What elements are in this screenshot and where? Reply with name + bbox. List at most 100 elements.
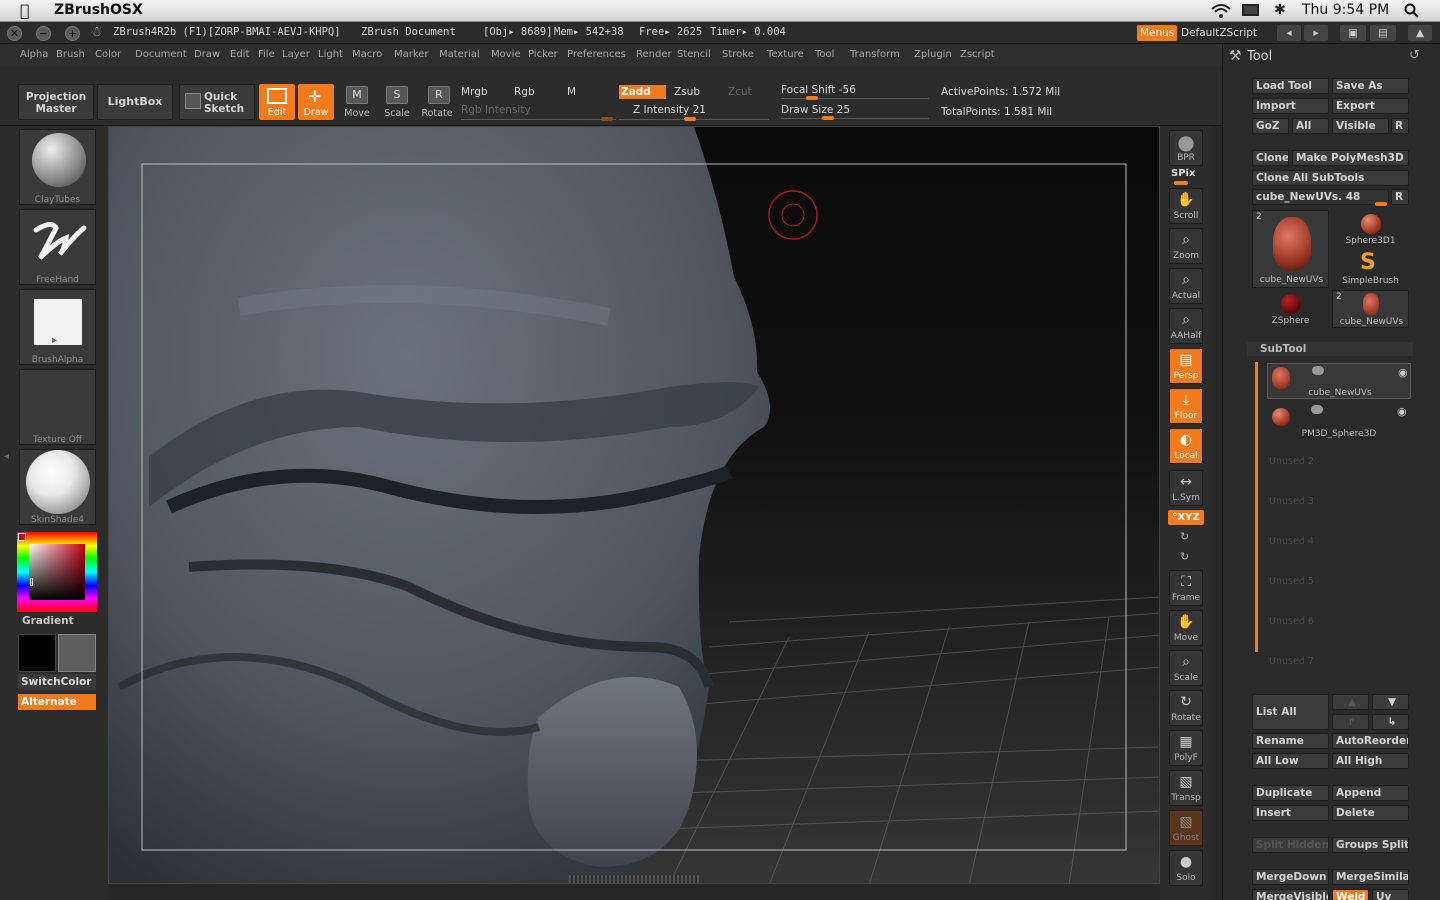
r-button[interactable]: R bbox=[1391, 118, 1409, 134]
zsub-toggle[interactable]: Zsub bbox=[674, 86, 700, 98]
menu-stroke[interactable]: Stroke bbox=[722, 49, 754, 60]
menu-color[interactable]: Color bbox=[95, 49, 121, 60]
menu-layer[interactable]: Layer bbox=[282, 49, 310, 60]
menu-tool[interactable]: Tool bbox=[815, 49, 834, 60]
menu-picker[interactable]: Picker bbox=[528, 49, 558, 60]
quick-sketch-button[interactable]: Quick Sketch bbox=[179, 84, 255, 120]
weld-toggle[interactable]: Weld bbox=[1332, 889, 1369, 900]
menu-transform[interactable]: Transform bbox=[850, 49, 900, 60]
menu-preferences[interactable]: Preferences bbox=[567, 49, 626, 60]
menu-material[interactable]: Material bbox=[439, 49, 480, 60]
strip-right-icon[interactable]: ▸ bbox=[1304, 25, 1328, 41]
app-name[interactable]: ZBrushOSX bbox=[54, 2, 143, 18]
stroke-picker[interactable] bbox=[19, 209, 96, 285]
insert-button[interactable]: Insert bbox=[1252, 805, 1329, 821]
rgb-intensity-slider[interactable]: Rgb Intensity bbox=[461, 104, 531, 116]
subtool-1-eye-icon[interactable]: ◉ bbox=[1397, 405, 1407, 418]
all-button[interactable]: All bbox=[1292, 118, 1329, 134]
zoom-window-icon[interactable]: + bbox=[65, 26, 80, 41]
menu-edit[interactable]: Edit bbox=[230, 49, 249, 60]
xyz-symmetry-button[interactable]: °XYZ bbox=[1168, 510, 1204, 525]
all-high-button[interactable]: All High bbox=[1332, 753, 1409, 769]
mrgb-toggle[interactable]: Mrgb bbox=[461, 86, 488, 98]
draw-mode-button[interactable]: ✛ Draw bbox=[298, 84, 334, 120]
alpha-picker[interactable] bbox=[19, 289, 96, 365]
current-tool-knob[interactable] bbox=[1375, 202, 1387, 206]
tray-collapse-icon[interactable]: ◂ bbox=[4, 451, 14, 481]
gradient-label[interactable]: Gradient bbox=[22, 615, 74, 627]
alternate-button[interactable]: Alternate bbox=[18, 694, 96, 710]
list-all-button[interactable]: List All bbox=[1252, 694, 1329, 730]
menu-marker[interactable]: Marker bbox=[394, 49, 429, 60]
subtool-up-icon[interactable]: ▲ bbox=[1332, 694, 1369, 710]
frame-button[interactable]: ⛶ Frame bbox=[1169, 570, 1203, 606]
lightbox-button[interactable]: LightBox bbox=[97, 84, 173, 120]
visible-button[interactable]: Visible bbox=[1332, 118, 1389, 134]
zoom-button[interactable]: ⌕ Zoom bbox=[1169, 228, 1203, 264]
menu-stencil[interactable]: Stencil bbox=[677, 49, 711, 60]
edit-mode-button[interactable]: Edit bbox=[259, 84, 295, 120]
focal-shift-knob[interactable] bbox=[806, 96, 818, 100]
merge-similar-button[interactable]: MergeSimilar bbox=[1332, 869, 1409, 885]
sculpt-canvas[interactable] bbox=[109, 127, 1160, 884]
zcut-toggle[interactable]: Zcut bbox=[728, 86, 752, 98]
persp-button[interactable]: ▤ Persp bbox=[1169, 348, 1203, 384]
subtool-slot-unused[interactable]: Unused 5 bbox=[1269, 576, 1314, 587]
polyf-button[interactable]: ▦ PolyF bbox=[1169, 730, 1203, 766]
current-tool-slider[interactable]: cube_NewUVs. 48 bbox=[1252, 189, 1389, 205]
make-polymesh-button[interactable]: Make PolyMesh3D bbox=[1292, 150, 1409, 166]
menu-light[interactable]: Light bbox=[318, 49, 343, 60]
material-picker[interactable] bbox=[19, 449, 96, 525]
bottom-shelf-handle[interactable] bbox=[569, 875, 699, 883]
tool-r-button[interactable]: R bbox=[1391, 189, 1409, 205]
merge-down-button[interactable]: MergeDown bbox=[1252, 869, 1329, 885]
rotate-mode-button[interactable]: R Rotate bbox=[420, 84, 456, 120]
spix-slider[interactable]: SPix bbox=[1171, 168, 1195, 179]
bluetooth-icon[interactable]: ✱ bbox=[1274, 2, 1286, 18]
subtool-header[interactable]: SubTool bbox=[1247, 342, 1413, 356]
canvas-viewport[interactable] bbox=[108, 126, 1160, 884]
layout-alt-icon[interactable]: ▤ bbox=[1370, 25, 1396, 41]
menu-zplugin[interactable]: Zplugin bbox=[914, 49, 952, 60]
import-button[interactable]: Import bbox=[1252, 98, 1329, 114]
subtool-slot-unused[interactable]: Unused 4 bbox=[1269, 536, 1314, 547]
brush-picker[interactable] bbox=[19, 129, 96, 205]
scale-button[interactable]: ⌕ Scale bbox=[1169, 650, 1203, 686]
rename-button[interactable]: Rename bbox=[1252, 733, 1329, 749]
subtool-item-1[interactable]: ◉ PM3D_Sphere3D bbox=[1267, 403, 1411, 439]
projection-master-button[interactable]: Projection Master bbox=[18, 84, 94, 120]
subtool-move-up-icon[interactable]: ↱ bbox=[1332, 714, 1369, 730]
draw-size-knob[interactable] bbox=[822, 116, 834, 120]
local-button[interactable]: ◐ Local bbox=[1169, 428, 1203, 464]
tool-thumb-cube-2[interactable]: 2 cube_NewUVs bbox=[1332, 290, 1409, 328]
menu-zscript[interactable]: Zscript bbox=[960, 49, 995, 60]
menu-alpha[interactable]: Alpha bbox=[20, 49, 48, 60]
clone-all-subtools-button[interactable]: Clone All SubTools bbox=[1252, 170, 1409, 186]
subtool-0-polypaint-icon[interactable] bbox=[1312, 366, 1324, 375]
tool-panel-reset-icon[interactable]: ↺ bbox=[1409, 48, 1420, 63]
m-toggle[interactable]: M bbox=[567, 86, 576, 98]
aahalf-button[interactable]: ⌕ AAHalf bbox=[1169, 308, 1203, 344]
main-color-swatch[interactable] bbox=[18, 634, 56, 672]
subtool-1-polypaint-icon[interactable] bbox=[1311, 405, 1323, 414]
strip-left-icon[interactable]: ◂ bbox=[1277, 25, 1301, 41]
rgb-intensity-knob[interactable] bbox=[601, 117, 613, 121]
subtool-move-down-icon[interactable]: ↳ bbox=[1372, 714, 1409, 730]
zadd-toggle[interactable]: Zadd bbox=[619, 85, 666, 99]
ghost-button[interactable]: ▧ Ghost bbox=[1169, 810, 1203, 846]
tool-thumb-simplebrush[interactable]: S SimpleBrush bbox=[1332, 250, 1409, 288]
spix-knob[interactable] bbox=[1174, 181, 1188, 185]
close-icon[interactable]: ✕ bbox=[7, 26, 22, 41]
tool-thumb-cube[interactable]: 2 cube_NewUVs bbox=[1252, 210, 1329, 288]
scale-mode-button[interactable]: S Scale bbox=[380, 84, 416, 120]
tray-collapse-right-icon[interactable]: ▸ bbox=[52, 335, 57, 346]
rotate-button[interactable]: ↻ Rotate bbox=[1169, 690, 1203, 726]
spotlight-search-icon[interactable] bbox=[1404, 3, 1420, 19]
tool-thumb-sphere[interactable]: Sphere3D1 bbox=[1332, 210, 1409, 248]
autoreorder-button[interactable]: AutoReorder bbox=[1332, 733, 1409, 749]
solo-button[interactable]: ● Solo bbox=[1169, 850, 1203, 886]
subtool-slot-unused[interactable]: Unused 2 bbox=[1269, 456, 1314, 467]
color-cursor[interactable] bbox=[30, 578, 33, 586]
floor-button[interactable]: ⤓ Floor bbox=[1169, 388, 1203, 424]
menu-texture[interactable]: Texture bbox=[767, 49, 804, 60]
